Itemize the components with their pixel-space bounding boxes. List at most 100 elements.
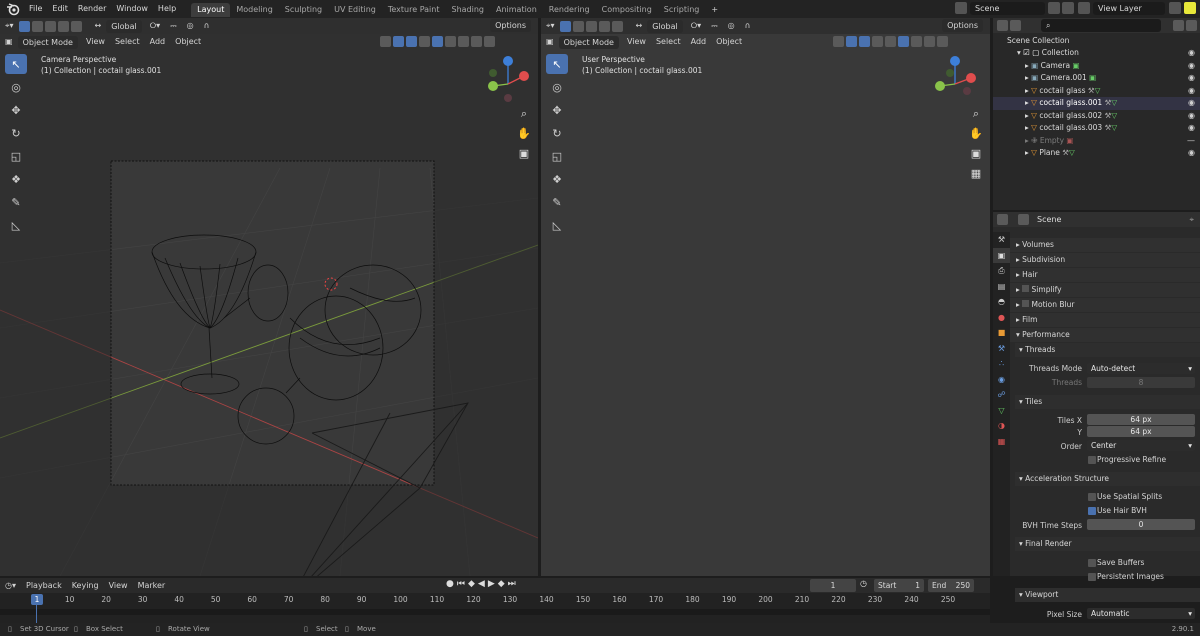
outliner-item[interactable]: ▸ ▽ coctail glass.002 ⚒▽ ◉ — [993, 110, 1200, 123]
tab-compositing[interactable]: Compositing — [596, 3, 658, 17]
rotate-tool-icon[interactable]: ↻ — [546, 123, 568, 143]
eye-icon[interactable]: ◉ — [1188, 47, 1195, 60]
eye-icon[interactable]: ◉ — [1188, 60, 1195, 73]
outliner-search-input[interactable]: ⌕ — [1041, 19, 1161, 32]
visibility-icon[interactable] — [380, 36, 391, 47]
new-scene-icon[interactable] — [1048, 2, 1060, 14]
outliner-item[interactable]: ▸ ▽ coctail glass.001 ⚒▽ ◉ — [993, 97, 1200, 110]
editor-type-icon[interactable]: ⌖▾ — [0, 19, 19, 33]
new-collection-icon[interactable] — [1186, 20, 1197, 31]
subpanel-viewport[interactable]: ▾ Viewport — [1015, 588, 1200, 602]
view-layer-tab-icon[interactable]: ▤ — [993, 279, 1010, 295]
options-dropdown[interactable]: Options — [942, 19, 983, 32]
outliner-item[interactable]: ▸ ▽ coctail glass.003 ⚒▽ ◉ — [993, 122, 1200, 135]
select-tool-icon[interactable]: ↖ — [546, 54, 568, 74]
camera-view-icon[interactable]: ▣ — [516, 146, 532, 162]
mode-dropdown[interactable]: Object Mode — [558, 35, 619, 49]
progressive-refine-checkbox[interactable] — [1088, 456, 1096, 464]
bvh-steps-field[interactable]: 0 — [1087, 519, 1195, 530]
transform-orientation-icon[interactable]: ↔ — [90, 19, 107, 33]
tab-sculpting[interactable]: Sculpting — [279, 3, 328, 17]
menu-file[interactable]: File — [24, 0, 47, 18]
overlay-toggle-icon[interactable] — [406, 36, 417, 47]
gizmo-toggle-icon[interactable] — [393, 36, 404, 47]
menu-add[interactable]: Add — [145, 35, 171, 49]
rotate-tool-icon[interactable]: ↻ — [5, 123, 27, 143]
object-tab-icon[interactable]: ■ — [993, 325, 1010, 341]
save-buffers-checkbox[interactable] — [1088, 559, 1096, 567]
select-mode-icon[interactable] — [31, 20, 43, 32]
tab-animation[interactable]: Animation — [490, 3, 543, 17]
tab-scripting[interactable]: Scripting — [658, 3, 706, 17]
measure-tool-icon[interactable]: ◺ — [546, 215, 568, 235]
world-tab-icon[interactable]: ● — [993, 310, 1010, 326]
timeline-editor-icon[interactable]: ◷▾ — [0, 579, 21, 593]
playhead[interactable]: 1 — [31, 594, 43, 605]
select-box-icon[interactable] — [18, 20, 30, 32]
menu-help[interactable]: Help — [153, 0, 181, 18]
select-extend-icon[interactable] — [44, 20, 56, 32]
proportional-edit-icon[interactable]: ◎ — [723, 19, 740, 33]
outliner-editor-icon[interactable] — [997, 20, 1008, 31]
pivot-icon[interactable]: ⭘▾ — [686, 19, 706, 33]
falloff-icon[interactable]: ∩ — [740, 19, 756, 33]
snap-icon[interactable]: ⎓ — [706, 19, 722, 33]
menu-window[interactable]: Window — [111, 0, 153, 18]
play-reverse-icon[interactable]: ◀ — [478, 579, 485, 589]
select-mode-icon[interactable] — [572, 20, 584, 32]
menu-view[interactable]: View — [104, 579, 133, 593]
orientation-dropdown[interactable]: Global — [647, 19, 683, 33]
tiles-y-field[interactable]: 64 px — [1087, 426, 1195, 437]
spatial-splits-checkbox[interactable] — [1088, 493, 1096, 501]
timeline-scrollbar[interactable] — [0, 609, 990, 615]
orientation-dropdown[interactable]: Global — [106, 19, 142, 33]
persistent-images-checkbox[interactable] — [1088, 573, 1096, 581]
viewport-camera[interactable]: ⌖▾ ↔ Global ⭘▾ ⎓ ◎ ∩ Options ▣ Object Mo… — [0, 18, 538, 576]
subpanel-tiles[interactable]: ▾ Tiles — [1015, 395, 1200, 409]
pin-icon[interactable]: ⌖ — [1189, 215, 1194, 225]
annotate-tool-icon[interactable]: ✎ — [5, 192, 27, 212]
subpanel-acceleration[interactable]: ▾ Acceleration Structure — [1015, 472, 1200, 486]
subpanel-final-render[interactable]: ▾ Final Render — [1015, 537, 1200, 551]
scale-tool-icon[interactable]: ◱ — [546, 146, 568, 166]
outliner-scene-collection[interactable]: Scene Collection — [993, 35, 1200, 48]
order-dropdown[interactable]: Center ▾ — [1087, 440, 1195, 451]
modifier-tab-icon[interactable]: ⚒ — [993, 341, 1010, 357]
select-box-icon[interactable] — [559, 20, 571, 32]
menu-playback[interactable]: Playback — [21, 579, 67, 593]
delete-scene-icon[interactable] — [1062, 2, 1074, 14]
shading-material-icon[interactable] — [458, 36, 469, 47]
tab-shading[interactable]: Shading — [445, 3, 490, 17]
eye-icon[interactable]: ◉ — [1188, 110, 1195, 123]
render-tab-icon[interactable]: ▣ — [993, 247, 1010, 263]
clock-icon[interactable]: ◷ — [860, 579, 867, 588]
shading-material-icon[interactable] — [911, 36, 922, 47]
scene-selector[interactable]: Scene — [970, 2, 1045, 15]
menu-view[interactable]: View — [81, 35, 110, 49]
scene-tab-icon[interactable]: ◓ — [993, 294, 1010, 310]
editor-type-icon[interactable]: ⌖▾ — [541, 19, 560, 33]
annotate-tool-icon[interactable]: ✎ — [546, 192, 568, 212]
start-frame-field[interactable]: Start 1 — [874, 579, 924, 592]
select-subtract-icon[interactable] — [598, 20, 610, 32]
shading-solid-icon[interactable] — [898, 36, 909, 47]
cursor-tool-icon[interactable]: ◎ — [5, 77, 27, 97]
snap-icon[interactable]: ⎓ — [165, 19, 181, 33]
menu-select[interactable]: Select — [651, 35, 686, 49]
proportional-edit-icon[interactable]: ◎ — [182, 19, 199, 33]
editor-menu-icon[interactable]: ▣ — [541, 35, 559, 49]
jump-keyframe-back-icon[interactable]: ◆ — [468, 579, 475, 589]
menu-view[interactable]: View — [622, 35, 651, 49]
select-intersect-icon[interactable] — [70, 20, 82, 32]
constraints-tab-icon[interactable]: ☍ — [993, 387, 1010, 403]
jump-keyframe-forward-icon[interactable]: ◆ — [498, 579, 505, 589]
eye-icon[interactable]: ◉ — [1188, 72, 1195, 85]
panel-subdivision[interactable]: ▸ Subdivision — [1010, 253, 1200, 267]
threads-count-field[interactable]: 8 — [1087, 377, 1195, 388]
transform-tool-icon[interactable]: ❖ — [5, 169, 27, 189]
tab-layout[interactable]: Layout — [191, 3, 231, 17]
hair-bvh-checkbox[interactable] — [1088, 507, 1096, 515]
xray-toggle-icon[interactable] — [872, 36, 883, 47]
pan-hand-icon[interactable]: ✋ — [516, 126, 532, 142]
menu-add[interactable]: Add — [686, 35, 712, 49]
